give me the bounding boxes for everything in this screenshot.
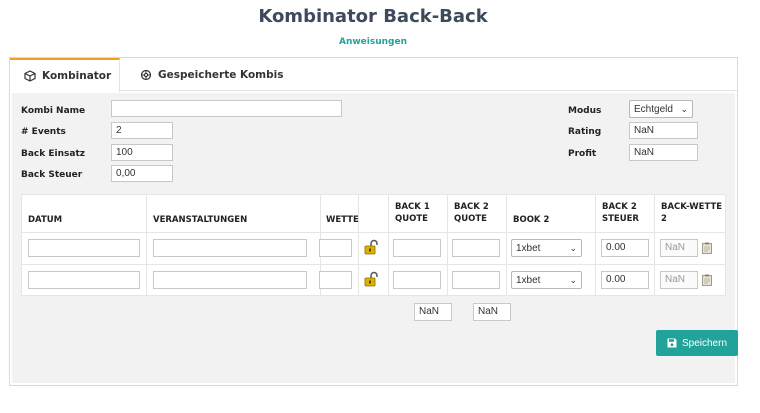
kombi-name-label: Kombi Name (21, 106, 86, 116)
datum-input[interactable] (28, 271, 140, 289)
column-divider (146, 195, 147, 295)
clipboard-icon[interactable] (702, 242, 712, 254)
unlock-icon[interactable] (363, 239, 379, 255)
back-einsatz-input[interactable]: 100 (111, 144, 173, 161)
header-back-wette2: BACK-WETTE 2 (661, 201, 722, 225)
kombinator-panel: Kombinator Gespeicherte Kombis Kombi Nam… (9, 57, 738, 386)
column-divider (388, 195, 389, 295)
header-back2-line1: BACK 2 (454, 202, 489, 212)
book2-select-value: 1xbet (516, 274, 541, 286)
back2-quote-input[interactable] (452, 271, 500, 289)
back-steuer-label: Back Steuer (21, 170, 83, 180)
modus-select[interactable]: Echtgeld ⌄ (629, 100, 693, 118)
row-divider (22, 264, 725, 265)
kombi-name-input[interactable] (111, 100, 342, 117)
header-wette: WETTE (326, 215, 359, 225)
column-divider (358, 195, 359, 295)
total-back1-quote: NaN (414, 303, 452, 321)
chevron-down-icon: ⌄ (569, 274, 577, 285)
column-divider (447, 195, 448, 295)
back1-quote-input[interactable] (393, 271, 441, 289)
header-steuer-line2: STEUER (602, 214, 639, 224)
profit-value: NaN (629, 144, 698, 161)
wette-input[interactable] (319, 239, 352, 257)
events-input[interactable]: 2 (111, 122, 173, 139)
book2-select[interactable]: 1xbet ⌄ (511, 239, 582, 257)
book2-select[interactable]: 1xbet ⌄ (511, 271, 582, 289)
header-steuer-line1: BACK 2 (602, 202, 637, 212)
unlock-icon[interactable] (363, 271, 379, 287)
header-datum: DATUM (28, 215, 63, 225)
cube-icon (24, 70, 36, 82)
column-divider (654, 195, 655, 295)
header-back2-line2: QUOTE (454, 214, 487, 224)
rating-value: NaN (629, 122, 698, 139)
header-veranstaltungen: VERANSTALTUNGEN (153, 215, 248, 225)
kombinator-form: Kombi Name # Events 2 Back Einsatz 100 B… (12, 93, 735, 383)
total-back2-quote: NaN (473, 303, 511, 321)
header-back2-quote: BACK 2 QUOTE (454, 201, 489, 225)
chevron-down-icon: ⌄ (680, 103, 688, 114)
modus-label: Modus (568, 106, 602, 116)
tab-bar: Kombinator Gespeicherte Kombis (10, 58, 737, 92)
modus-select-value: Echtgeld (634, 103, 673, 115)
tab-gespeicherte-kombis[interactable]: Gespeicherte Kombis (126, 58, 286, 91)
datum-input[interactable] (28, 239, 140, 257)
back2-steuer-input[interactable]: 0.00 (601, 239, 649, 257)
back-steuer-input[interactable]: 0,00 (111, 165, 173, 182)
row-divider (22, 232, 725, 233)
tab-kombinator-label: Kombinator (42, 70, 112, 82)
events-label: # Events (21, 127, 66, 137)
chevron-down-icon: ⌄ (569, 242, 577, 253)
book2-select-value: 1xbet (516, 242, 541, 254)
back1-quote-input[interactable] (393, 239, 441, 257)
save-button[interactable]: Speichern (656, 330, 738, 356)
header-back1-quote: BACK 1 QUOTE (395, 201, 430, 225)
clipboard-icon[interactable] (702, 274, 712, 286)
header-backwette-line1: BACK-WETTE (661, 202, 723, 212)
save-icon (667, 338, 677, 348)
header-book2: BOOK 2 (513, 215, 550, 225)
back2-quote-input[interactable] (452, 239, 500, 257)
column-divider (595, 195, 596, 295)
back-wette2-value: NaN (660, 271, 698, 289)
tab-gespeicherte-kombis-label: Gespeicherte Kombis (158, 68, 284, 81)
header-backwette-line2: 2 (661, 214, 667, 224)
page-title: Kombinator Back-Back (258, 6, 488, 27)
back-einsatz-label: Back Einsatz (21, 149, 85, 159)
tab-kombinator[interactable]: Kombinator (10, 58, 120, 92)
save-button-label: Speichern (681, 337, 728, 349)
veranstaltung-input[interactable] (153, 271, 307, 289)
profit-label: Profit (568, 149, 597, 159)
header-back1-line1: BACK 1 (395, 202, 430, 212)
header-back2-steuer: BACK 2 STEUER (602, 201, 639, 225)
veranstaltung-input[interactable] (153, 239, 307, 257)
column-divider (506, 195, 507, 295)
bets-table: DATUM VERANSTALTUNGEN WETTE BACK 1 QUOTE… (21, 194, 726, 296)
settings-icon (140, 69, 152, 80)
back2-steuer-input[interactable]: 0.00 (601, 271, 649, 289)
instructions-link[interactable]: Anweisungen (0, 37, 746, 47)
back-wette2-value: NaN (660, 239, 698, 257)
header-back1-line2: QUOTE (395, 214, 428, 224)
rating-label: Rating (568, 127, 602, 137)
wette-input[interactable] (319, 271, 352, 289)
